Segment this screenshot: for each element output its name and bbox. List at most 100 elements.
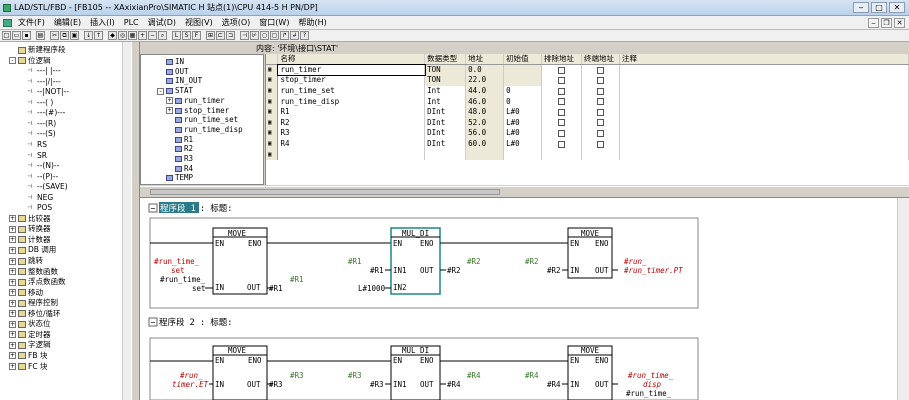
checkbox[interactable] <box>596 108 604 116</box>
tree-item[interactable]: + FB 块 <box>9 351 47 361</box>
cell-comment[interactable] <box>619 128 909 139</box>
cell-type[interactable]: Int <box>424 85 467 97</box>
interface-item[interactable]: R1 <box>175 135 193 145</box>
tree-item[interactable]: + 浮点数函数 <box>9 277 66 287</box>
interface-item[interactable]: run_time_set <box>175 115 238 125</box>
new-icon[interactable]: □ <box>2 31 11 40</box>
menu-insert[interactable]: 插入(I) <box>90 17 115 28</box>
cell-comment[interactable] <box>619 96 909 107</box>
cell-initial[interactable]: L#0 <box>503 128 543 139</box>
interface-item[interactable]: IN_OUT <box>166 76 202 86</box>
cell-terminal[interactable] <box>581 64 620 76</box>
copy-icon[interactable]: ⧉ <box>60 31 69 40</box>
cell-name[interactable]: R1 <box>277 106 426 118</box>
cell-address[interactable]: 0.0 <box>465 64 505 76</box>
expand-icon[interactable]: + <box>166 97 173 105</box>
cell-comment[interactable] <box>619 85 909 97</box>
cell-initial[interactable]: L#0 <box>503 138 543 150</box>
interface-item[interactable]: R2 <box>175 144 193 154</box>
doc-close-button[interactable]: ✕ <box>894 18 905 28</box>
net1-move-out-operand[interactable]: #R1 <box>269 284 283 293</box>
interface-item[interactable]: TEMP <box>166 173 193 183</box>
monitor-icon[interactable]: ◎ <box>118 31 127 40</box>
cell-comment[interactable] <box>619 106 909 118</box>
checkbox[interactable] <box>558 76 565 84</box>
expand-icon[interactable]: + <box>9 289 16 297</box>
cell-terminal[interactable] <box>581 96 620 107</box>
interface-item[interactable]: OUT <box>166 67 189 77</box>
checkbox[interactable] <box>558 119 565 127</box>
interface-item[interactable]: + run_timer <box>166 96 225 106</box>
tree-item[interactable]: + FC 块 <box>9 362 47 372</box>
net1-move2-out-operand[interactable]: #run_timer.PT <box>623 266 683 275</box>
cell-name[interactable]: R2 <box>277 117 426 129</box>
cell-terminal[interactable] <box>581 128 620 139</box>
interface-item[interactable]: R4 <box>175 164 193 174</box>
help-icon[interactable]: ? <box>300 31 309 40</box>
cell-name[interactable]: run_time_disp <box>277 96 426 107</box>
cell-name[interactable]: R4 <box>277 138 426 150</box>
checkbox[interactable] <box>596 129 604 137</box>
tree-item[interactable]: - 位逻辑 <box>9 56 51 66</box>
menu-plc[interactable]: PLC <box>124 18 139 27</box>
expand-icon[interactable]: + <box>9 215 16 223</box>
tree-item[interactable]: ⊣ ---(S) <box>27 129 56 139</box>
net1-move-block[interactable]: MOVE EN ENO IN OUT <box>212 227 268 295</box>
interface-item[interactable]: + stop_timer <box>166 106 229 116</box>
zoom-in-icon[interactable]: + <box>138 31 147 40</box>
tree-item[interactable]: ⊣ --|NOT|-- <box>27 87 69 97</box>
checkbox[interactable] <box>558 98 565 106</box>
tree-item[interactable]: ⊣ ---|/|--- <box>27 77 61 87</box>
cell-terminal[interactable] <box>581 149 620 160</box>
vertical-splitter[interactable] <box>131 42 140 400</box>
tree-item[interactable]: + 移动 <box>9 288 43 298</box>
net2-move-out-operand[interactable]: #R3 <box>269 380 283 389</box>
zoom-icon[interactable]: ⌕ <box>158 31 167 40</box>
cell-terminal[interactable] <box>581 75 620 86</box>
checkbox[interactable] <box>596 76 604 84</box>
interface-item[interactable]: IN <box>166 57 184 67</box>
cell-type[interactable]: DInt <box>424 106 467 118</box>
fbd-icon[interactable]: F <box>192 31 201 40</box>
table-row[interactable]: ▣ R4 DInt 60.0 L#0 <box>266 138 909 150</box>
tree-item[interactable]: ⊣ --(N)-- <box>27 161 59 171</box>
tree-item[interactable]: + 字逻辑 <box>9 340 51 350</box>
table-row[interactable]: ▣ run_time_disp Int 46.0 0 <box>266 96 909 107</box>
interface-item[interactable]: run_time_disp <box>175 125 243 135</box>
net1-title[interactable]: 程序段 1 <box>160 203 196 214</box>
table-row[interactable]: ▣ R2 DInt 52.0 L#0 <box>266 117 909 129</box>
net1-move2-block[interactable]: MOVE EN ENO IN OUT <box>567 227 613 279</box>
maximize-button[interactable]: □ <box>871 2 887 13</box>
net1-mul-block[interactable]: MUL_DI EN ENO IN1 OUT IN2 <box>390 227 441 295</box>
tree-item[interactable]: + DB 调用 <box>9 245 56 255</box>
expand-icon[interactable]: + <box>9 363 16 370</box>
menu-edit[interactable]: 编辑(E) <box>54 17 81 28</box>
tree-item[interactable]: + 定时器 <box>9 330 51 340</box>
tree-item[interactable]: ⊣ POS <box>27 203 52 213</box>
cell-exclude[interactable] <box>541 106 582 118</box>
net2-move2-out-operand[interactable]: #run_time_ <box>626 389 672 398</box>
interface-item[interactable]: - STAT <box>157 86 193 96</box>
cell-exclude[interactable] <box>541 85 582 97</box>
net2-move-block[interactable]: MOVE EN ENO IN OUT <box>212 345 268 400</box>
cell-address[interactable]: 52.0 <box>465 117 505 129</box>
expand-icon[interactable]: + <box>9 320 16 328</box>
checkbox[interactable] <box>558 140 565 148</box>
doc-restore-button[interactable]: ❐ <box>881 18 892 28</box>
expand-icon[interactable]: + <box>9 257 16 265</box>
cell-name[interactable]: stop_timer <box>277 75 426 86</box>
minimize-button[interactable]: ‒ <box>853 2 869 13</box>
tree-item[interactable]: + 整数函数 <box>9 267 58 277</box>
expand-icon[interactable]: + <box>9 331 16 339</box>
cell-name[interactable]: R3 <box>277 128 426 139</box>
cell-exclude[interactable] <box>541 149 582 160</box>
tree-item[interactable]: ⊣ ---(R) <box>27 119 56 129</box>
cell-comment[interactable] <box>619 138 909 150</box>
menu-view[interactable]: 视图(V) <box>185 17 213 28</box>
tree-item[interactable]: ⊣ ---( ) <box>27 98 53 108</box>
net2-mul-block[interactable]: MUL_DI EN ENO IN1 OUT <box>390 345 441 400</box>
tree-item[interactable]: ⊣ --(SAVE) <box>27 182 68 192</box>
cell-terminal[interactable] <box>581 138 620 150</box>
checkbox[interactable] <box>596 66 604 74</box>
expand-icon[interactable]: + <box>166 107 173 114</box>
